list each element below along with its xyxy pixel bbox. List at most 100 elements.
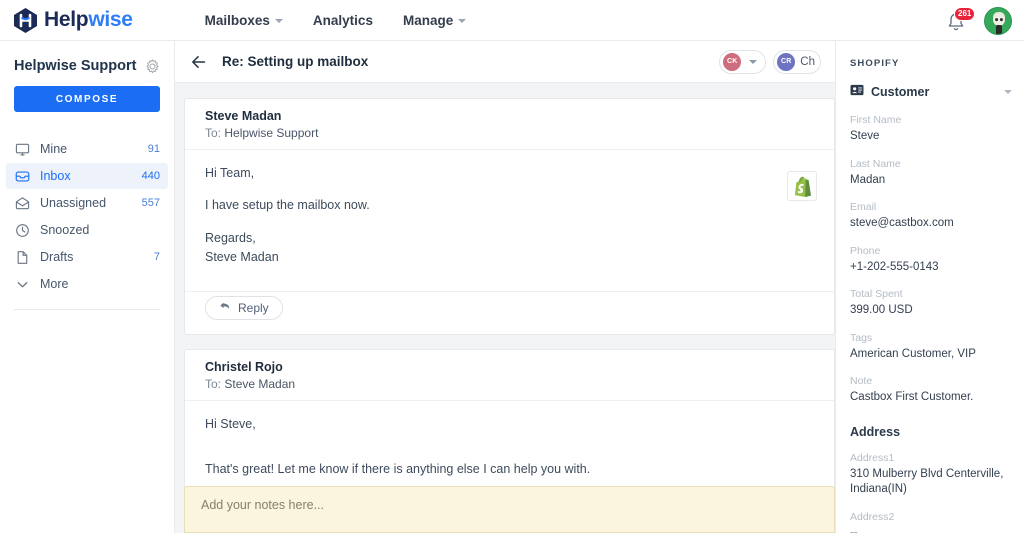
message-signature: Regards, Steve Madan [205, 230, 279, 265]
chevron-down-icon[interactable] [1004, 90, 1012, 94]
internal-notes-box[interactable] [184, 486, 835, 533]
sidebar-count-unassigned: 557 [141, 197, 160, 209]
field-total-spent: Total Spent 399.00 USD [846, 288, 1018, 319]
sidebar-label-snoozed: Snoozed [40, 223, 90, 237]
file-icon [14, 249, 30, 265]
field-value: Steve [850, 130, 880, 142]
sidebar-label-more: More [40, 277, 69, 291]
message-paragraph: Hi Steve, [205, 416, 256, 431]
monitor-icon [14, 141, 30, 157]
field-note: Note Castbox First Customer. [846, 375, 1018, 406]
message-to-name: Steve Madan [224, 376, 296, 391]
page-title: Re: Setting up mailbox [222, 54, 369, 69]
field-value: steve@castbox.com [850, 217, 954, 230]
sidebar-header: Helpwise Support [14, 58, 160, 74]
field-address1: Address1 310 Mulberry Blvd Centerville, … [846, 452, 1018, 498]
field-value: +1-202-555-0143 [850, 260, 939, 273]
field-value: 399.00 USD [850, 304, 913, 317]
field-value: 310 Mulberry Blvd Centerville, Indiana(I… [850, 467, 1004, 496]
field-value: -- [850, 526, 858, 533]
brand-name-part2: wise [88, 8, 133, 31]
field-value: American Customer, VIP [850, 347, 976, 360]
notification-count-badge: 261 [954, 6, 976, 21]
message-recipient: To: Helpwise Support [205, 126, 814, 140]
participant-chip-label: Ch [800, 55, 815, 68]
sidebar-item-unassigned[interactable]: Unassigned 557 [6, 190, 168, 216]
field-last-name: Last Name Madan [846, 158, 1018, 189]
field-label: Address1 [850, 451, 895, 464]
field-address2: Address2 -- [846, 511, 1018, 533]
clock-icon [14, 222, 30, 238]
message-sender: Steve Madan [205, 109, 282, 123]
field-value: Madan [850, 173, 886, 186]
message-to-name: Helpwise Support [224, 126, 319, 140]
participant-chip[interactable]: CR Ch [773, 49, 821, 74]
top-bar-actions: 261 [946, 0, 1012, 41]
message-paragraph: That's great! Let me know if there is an… [205, 461, 591, 476]
brand-logo[interactable]: Helpwise [12, 7, 133, 34]
nav-item-mailboxes[interactable]: Mailboxes [203, 9, 285, 32]
message-actions: Reply [185, 290, 834, 334]
message-sender: Christel Rojo [205, 359, 283, 374]
helpwise-logo-icon [12, 7, 39, 34]
main-nav: Mailboxes Analytics Manage [203, 9, 469, 32]
message-paragraph: Hi Team, [205, 166, 255, 180]
field-label: Address2 [850, 510, 895, 523]
conversation-assignee-chips: CK CR Ch [719, 49, 821, 74]
chevron-down-icon [274, 19, 283, 23]
back-arrow-icon[interactable] [189, 52, 209, 72]
assignee-avatar-initials: CK [723, 52, 742, 71]
nav-label-manage: Manage [402, 12, 454, 28]
gear-icon[interactable] [145, 58, 160, 74]
field-tags: Tags American Customer, VIP [846, 332, 1018, 363]
address-section-heading: Address [850, 424, 901, 439]
sidebar-item-inbox[interactable]: Inbox 440 [6, 163, 168, 189]
nav-item-analytics[interactable]: Analytics [311, 9, 375, 32]
sidebar-nav-list: Mine 91 Inbox 440 Unassigned 557 Snoozed… [6, 136, 168, 310]
field-phone: Phone +1-202-555-0143 [846, 245, 1018, 276]
avatar[interactable] [984, 6, 1012, 35]
sidebar-count-drafts: 7 [153, 251, 160, 263]
chevron-down-icon [458, 19, 467, 23]
message-body: Hi Team, I have setup the mailbox now. R… [185, 150, 834, 285]
compose-button[interactable]: COMPOSE [14, 86, 160, 112]
reply-arrow-icon [219, 300, 231, 315]
nav-item-manage[interactable]: Manage [401, 9, 468, 32]
field-value: Castbox First Customer. [850, 391, 974, 404]
message-to-prefix: To: [205, 376, 222, 391]
shopify-icon[interactable] [787, 171, 817, 201]
message-to-prefix: To: [205, 126, 222, 140]
conversation-header: Re: Setting up mailbox CK CR Ch [175, 41, 835, 83]
sidebar-label-drafts: Drafts [40, 250, 74, 264]
message-list: Steve Madan To: Helpwise Support Hi Team… [175, 83, 835, 533]
field-label: Tags [850, 331, 873, 344]
sidebar-item-mine[interactable]: Mine 91 [6, 136, 168, 162]
nav-label-analytics: Analytics [312, 12, 373, 28]
sidebar-divider [14, 309, 160, 310]
nav-label-mailboxes: Mailboxes [204, 12, 270, 28]
panel-title: SHOPIFY [850, 58, 900, 69]
sidebar-label-unassigned: Unassigned [40, 196, 107, 210]
integration-side-panel: SHOPIFY Customer First Name Steve Last N… [835, 41, 1024, 533]
sidebar-item-more[interactable]: More [6, 271, 168, 297]
sidebar-count-inbox: 440 [141, 170, 160, 182]
field-label: Phone [850, 244, 881, 257]
message-card: Steve Madan To: Helpwise Support Hi Team… [184, 98, 835, 335]
customer-section-header[interactable]: Customer [846, 83, 1018, 101]
message-recipient: To: Steve Madan [205, 377, 814, 391]
sidebar-count-mine: 91 [147, 143, 160, 155]
message-header: Christel Rojo To: Steve Madan [185, 350, 834, 401]
assignee-chip[interactable]: CK [719, 49, 767, 74]
chevron-down-icon [749, 59, 758, 64]
helpwise-app: Helpwise Mailboxes Analytics Manage 261 [0, 0, 1024, 533]
field-label: Last Name [850, 157, 901, 170]
message-paragraph: I have setup the mailbox now. [205, 198, 370, 213]
sidebar-item-snoozed[interactable]: Snoozed [6, 217, 168, 243]
notes-input[interactable] [199, 497, 820, 513]
field-label: Note [850, 375, 873, 388]
sidebar-item-drafts[interactable]: Drafts 7 [6, 244, 168, 270]
top-navigation-bar: Helpwise Mailboxes Analytics Manage 261 [0, 0, 1024, 41]
notifications-button[interactable]: 261 [946, 6, 976, 33]
reply-button[interactable]: Reply [205, 295, 283, 320]
field-label: Email [850, 201, 877, 214]
